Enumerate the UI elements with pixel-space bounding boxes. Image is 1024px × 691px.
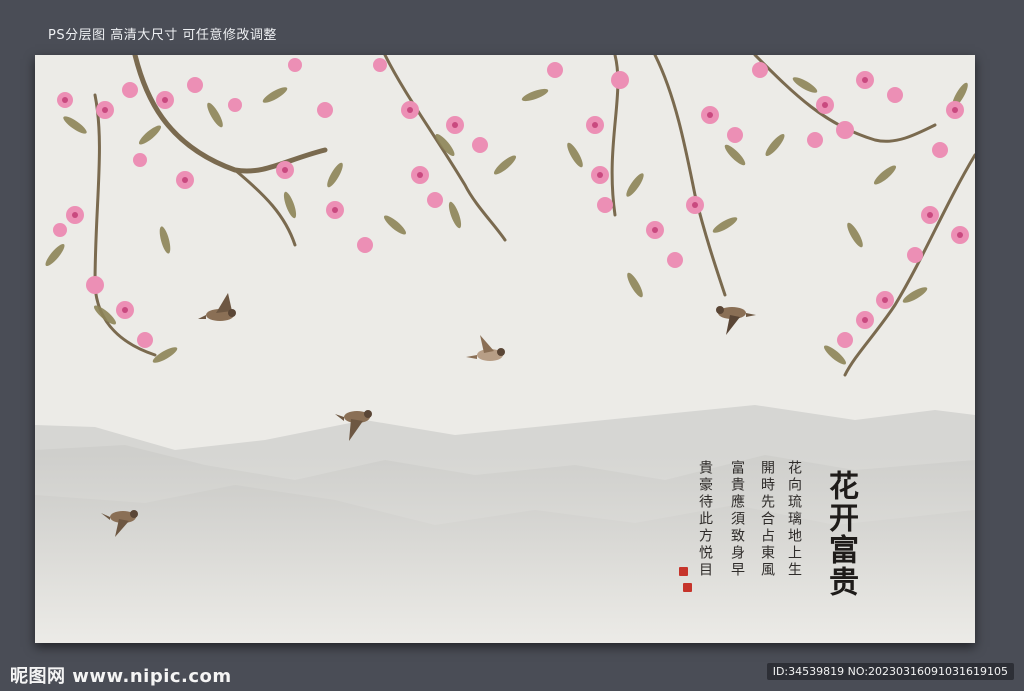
artwork-title: 花开富贵 — [823, 470, 858, 598]
red-seal-2 — [683, 583, 692, 592]
sparrow-1 — [198, 293, 236, 321]
artwork-canvas: 花开富贵 花向琉璃地上生 開時先合占東風 富貴應須致身早 貴豪待此方悦目 — [35, 55, 975, 643]
blossom-branches — [93, 55, 975, 377]
poem-column-3: 富貴應須致身早 — [729, 460, 745, 579]
leaf-clusters — [45, 77, 968, 365]
peach-blossoms — [53, 58, 969, 348]
footer-bar: 昵图网 www.nipic.com ID:34539819 NO:2023031… — [0, 643, 1024, 691]
page-caption: PS分层图 高清大尺寸 可任意修改调整 — [48, 28, 277, 43]
poem-column-4: 貴豪待此方悦目 — [697, 460, 713, 579]
image-id-badge: ID:34539819 NO:20230316091031619105 — [766, 663, 1014, 680]
poem-column-2: 開時先合占東風 — [759, 460, 775, 579]
site-logo[interactable]: 昵图网 www.nipic.com — [10, 662, 232, 688]
sparrow-4 — [716, 306, 756, 335]
sparrow-2 — [466, 335, 505, 361]
poem-column-1: 花向琉璃地上生 — [786, 460, 802, 579]
red-seal-1 — [679, 567, 688, 576]
